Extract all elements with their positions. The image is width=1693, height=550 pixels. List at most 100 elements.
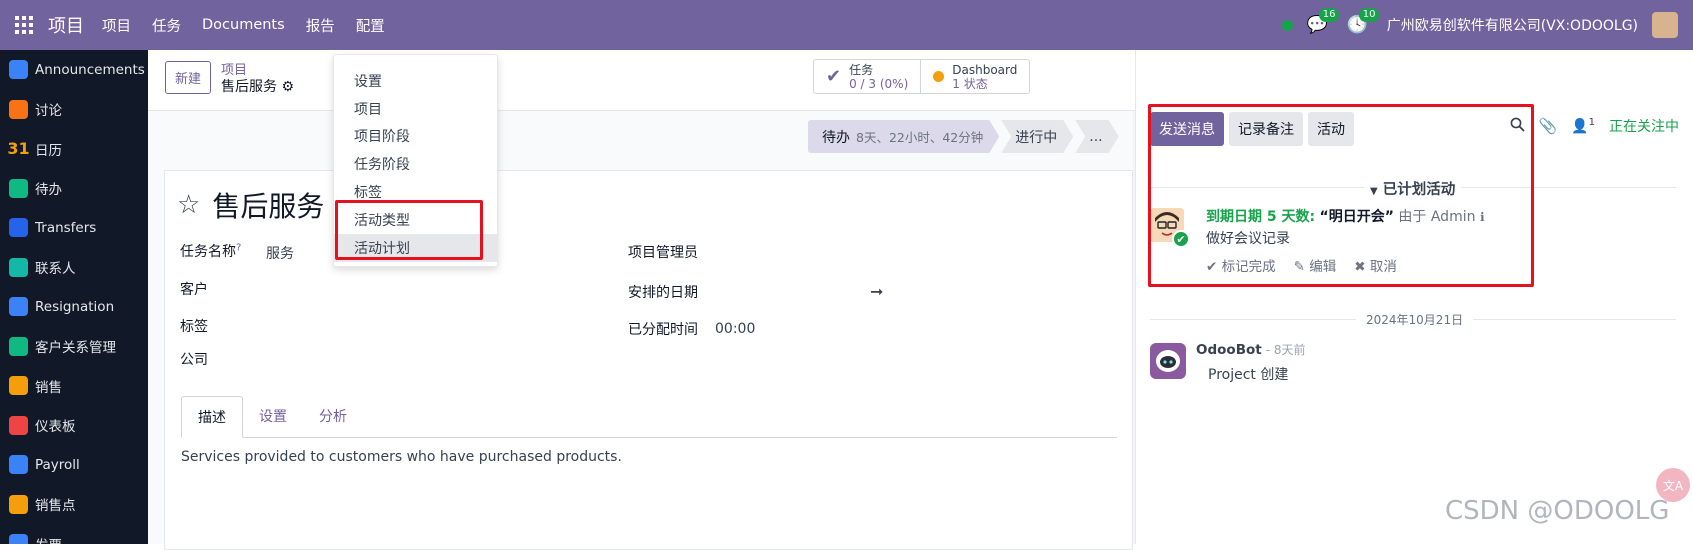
sidebar-item[interactable]: Transfers	[0, 208, 148, 248]
activity-button[interactable]: 活动	[1308, 112, 1354, 146]
activities-button[interactable]: 🕓 10	[1347, 8, 1380, 35]
smart-tasks-label: 任务	[849, 62, 874, 77]
dropdown-item-project-stages[interactable]: 项目阶段	[334, 123, 497, 151]
menu-configuration[interactable]: 配置	[356, 15, 385, 36]
company-switcher[interactable]: 广州欧易创软件有限公司(VX:ODOOLG)	[1387, 15, 1638, 35]
scheduled-date-label: 安排的日期	[628, 285, 698, 301]
sidebar-item[interactable]: 联系人	[0, 248, 148, 288]
messages-button[interactable]: 💬 16	[1307, 8, 1340, 35]
task-name-label: 任务名称?	[180, 241, 241, 261]
log-note-button[interactable]: 记录备注	[1229, 112, 1303, 146]
smart-button-dashboard[interactable]: Dashboard 1 状态	[921, 60, 1029, 93]
menu-projects[interactable]: 项目	[102, 15, 131, 36]
apps-menu-icon[interactable]	[0, 16, 48, 34]
tab-description[interactable]: 描述	[181, 396, 243, 438]
sidebar-item-label: 日历	[35, 142, 62, 159]
paperclip-icon[interactable]: 📎	[1539, 117, 1558, 135]
messages-count-badge: 16	[1318, 8, 1340, 22]
sidebar-item-label: 联系人	[35, 261, 76, 278]
task-name-label-text: 任务名称	[180, 244, 236, 260]
planned-activities-label: 已计划活动	[1382, 182, 1456, 198]
contacts-icon	[9, 257, 28, 277]
configuration-dropdown: 设置 项目 项目阶段 任务阶段 标签 活动类型 活动计划	[333, 54, 498, 267]
mark-done-button[interactable]: ✔ 标记完成	[1206, 255, 1276, 275]
todo-icon	[9, 178, 28, 198]
sidebar-item[interactable]: Announcements	[0, 50, 148, 90]
pencil-icon: ✎	[1293, 259, 1305, 275]
message-author: OdooBot - 8天前	[1196, 341, 1306, 358]
send-message-button[interactable]: 发送消息	[1150, 112, 1224, 146]
smart-dashboard-label: Dashboard	[952, 62, 1018, 77]
sidebar-item-label: 销售点	[35, 498, 76, 515]
check-icon: ✔	[826, 66, 842, 87]
top-navbar: 项目 项目 任务 Documents 报告 配置 💬 16 🕓 10 广州欧易创…	[0, 0, 1693, 50]
dropdown-item-activity-plans[interactable]: 活动计划	[334, 233, 497, 262]
sidebar-item[interactable]: 发票	[0, 524, 148, 544]
date-range-arrow-icon: ➞	[870, 282, 884, 301]
dropdown-item-tags[interactable]: 标签	[334, 178, 497, 206]
sidebar-item[interactable]: 销售	[0, 366, 148, 406]
sidebar-item[interactable]: 待办	[0, 169, 148, 209]
chatter-panel: 发送消息 记录备注 活动 📎 👤1 正在关注中 ▼ 已计划活动 ✔ 到期日期 5…	[1135, 50, 1693, 544]
sidebar-item-label: 讨论	[35, 103, 62, 120]
allocated-time-value[interactable]: 00:00	[715, 321, 755, 337]
transfers-icon	[9, 218, 28, 238]
menu-documents[interactable]: Documents	[202, 17, 285, 33]
apps-sidebar: Announcements 讨论 31 日历 待办 Transfers 联系人 Resigna…	[0, 50, 148, 544]
watermark: CSDN @ODOOLG	[1445, 496, 1670, 526]
sidebar-item-label: 发票	[35, 534, 62, 544]
dropdown-item-projects[interactable]: 项目	[334, 95, 497, 123]
activity-assigned-by: 由于 Admin	[1398, 209, 1476, 225]
smart-button-tasks[interactable]: ✔ 任务 0 / 3 (0%)	[814, 60, 922, 93]
smart-buttons: ✔ 任务 0 / 3 (0%) Dashboard 1 状态	[813, 59, 1031, 94]
stage-in-progress[interactable]: 进行中	[1001, 120, 1073, 153]
gear-icon[interactable]: ⚙	[281, 79, 294, 95]
sales-icon	[9, 376, 28, 396]
info-icon[interactable]: ℹ	[1480, 210, 1485, 224]
payroll-icon	[9, 455, 28, 475]
app-brand[interactable]: 项目	[48, 12, 84, 38]
stage-more[interactable]: ...	[1075, 120, 1118, 153]
sidebar-item[interactable]: Resignation	[0, 287, 148, 327]
cancel-button[interactable]: ✖ 取消	[1354, 255, 1397, 275]
message-time: - 8天前	[1265, 343, 1306, 357]
activity-due: 到期日期 5 天数:	[1206, 209, 1316, 225]
description-text[interactable]: Services provided to customers who have …	[181, 449, 622, 465]
dropdown-item-task-stages[interactable]: 任务阶段	[334, 150, 497, 178]
edit-button[interactable]: ✎ 编辑	[1294, 255, 1337, 275]
odoobot-avatar[interactable]	[1150, 343, 1186, 379]
company-label: 公司	[180, 352, 208, 368]
stage-todo[interactable]: 待办 8天、22小时、42分钟	[808, 120, 999, 153]
dropdown-item-activity-types[interactable]: 活动类型	[334, 206, 497, 234]
sidebar-item[interactable]: 31 日历	[0, 129, 148, 169]
following-button[interactable]: 正在关注中	[1609, 116, 1679, 136]
menu-reporting[interactable]: 报告	[306, 15, 335, 36]
sidebar-item[interactable]: 讨论	[0, 90, 148, 130]
edit-label: 编辑	[1309, 259, 1337, 275]
tab-analysis[interactable]: 分析	[303, 396, 363, 437]
mark-done-label: 标记完成	[1221, 259, 1276, 275]
discuss-icon	[9, 99, 28, 119]
sidebar-item[interactable]: 销售点	[0, 485, 148, 525]
task-title[interactable]: 售后服务	[212, 185, 324, 225]
dropdown-item-settings[interactable]: 设置	[334, 67, 497, 95]
user-avatar[interactable]	[1652, 12, 1678, 38]
help-icon[interactable]: ?	[236, 242, 241, 253]
search-icon[interactable]	[1510, 117, 1525, 136]
tab-settings[interactable]: 设置	[243, 396, 303, 437]
star-icon[interactable]: ☆	[177, 190, 200, 220]
odoobot-name[interactable]: OdooBot	[1196, 342, 1262, 358]
menu-tasks[interactable]: 任务	[152, 15, 181, 36]
sidebar-item[interactable]: Payroll	[0, 445, 148, 485]
pos-icon	[9, 494, 28, 514]
chatter-topright: 📎 👤1 正在关注中	[1510, 116, 1679, 136]
sidebar-item-label: 销售	[35, 379, 62, 396]
sidebar-item[interactable]: 仪表板	[0, 406, 148, 446]
new-button[interactable]: 新建	[165, 61, 212, 94]
sidebar-item[interactable]: 客户关系管理	[0, 327, 148, 367]
followers-button[interactable]: 👤1	[1571, 117, 1595, 135]
customer-label: 客户	[180, 282, 208, 298]
planned-activities-title[interactable]: ▼ 已计划活动	[1364, 178, 1462, 199]
task-name-value[interactable]: 服务	[266, 243, 294, 263]
status-dot-icon	[933, 71, 945, 82]
